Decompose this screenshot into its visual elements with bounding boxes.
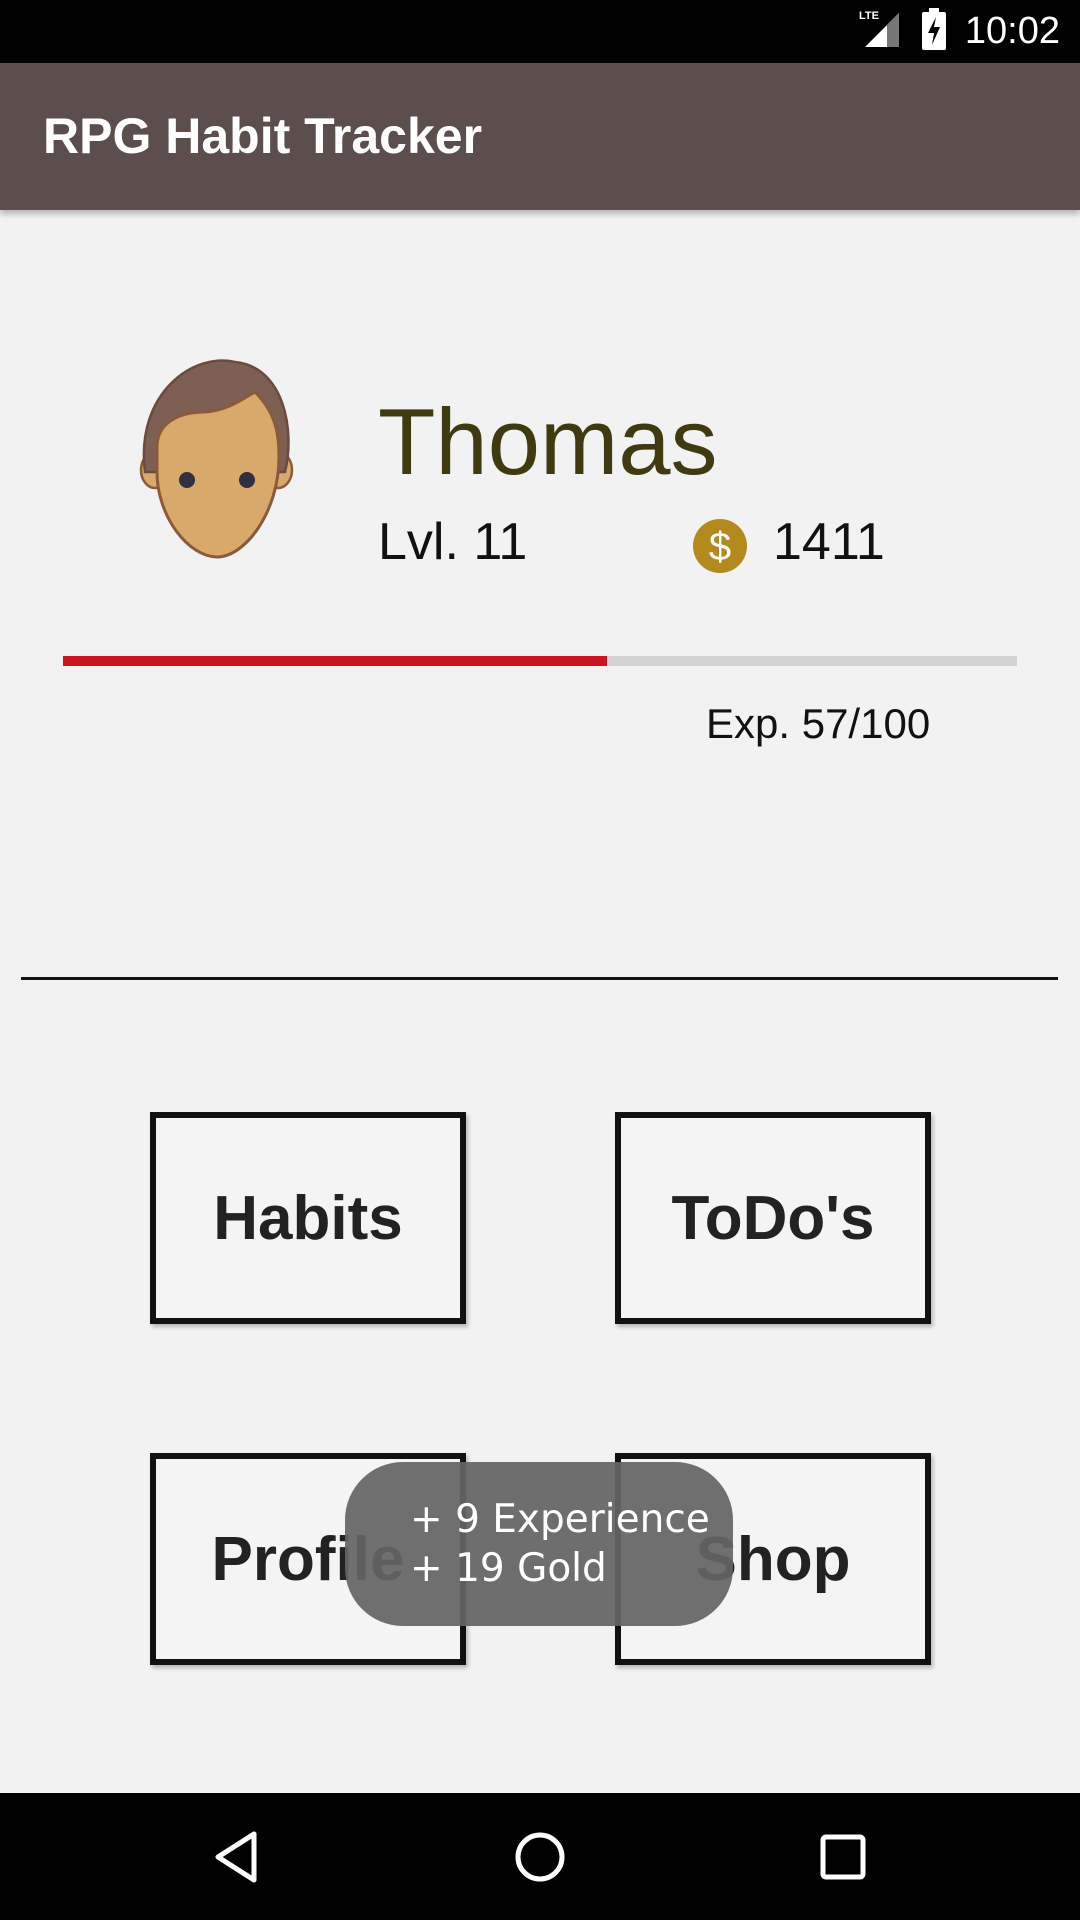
experience-label: Exp. 57/100 (706, 700, 931, 747)
svg-text:LTE: LTE (859, 10, 879, 22)
back-icon[interactable] (177, 1793, 297, 1920)
divider (21, 977, 1058, 980)
reward-toast: + 9 Experience + 19 Gold (345, 1462, 733, 1626)
svg-text:$: $ (709, 525, 731, 569)
player-level: Lvl. 11 (378, 513, 528, 571)
gold-amount: 1411 (773, 513, 885, 571)
habits-button[interactable]: Habits (150, 1112, 466, 1324)
lte-signal-icon: LTE (859, 7, 903, 56)
home-icon[interactable] (480, 1793, 600, 1920)
todos-button[interactable]: ToDo's (615, 1112, 931, 1324)
toast-experience-line: + 9 Experience (410, 1497, 710, 1542)
app-title: RPG Habit Tracker (43, 108, 483, 164)
avatar-icon (135, 352, 300, 562)
experience-progress-bar (63, 656, 1017, 666)
experience-progress-fill (63, 656, 607, 666)
toast-gold-line: + 19 Gold (410, 1546, 607, 1591)
status-bar: LTE 10:02 (0, 0, 1080, 63)
status-time: 10:02 (964, 10, 1060, 52)
recents-icon[interactable] (783, 1793, 903, 1920)
battery-charging-icon (921, 7, 947, 56)
app-bar: RPG Habit Tracker (0, 63, 1080, 210)
player-name: Thomas (378, 389, 718, 494)
system-navigation-bar (0, 1793, 1080, 1920)
gold-coin-icon: $ (693, 519, 747, 573)
status-icons: LTE 10:02 (859, 0, 1060, 63)
